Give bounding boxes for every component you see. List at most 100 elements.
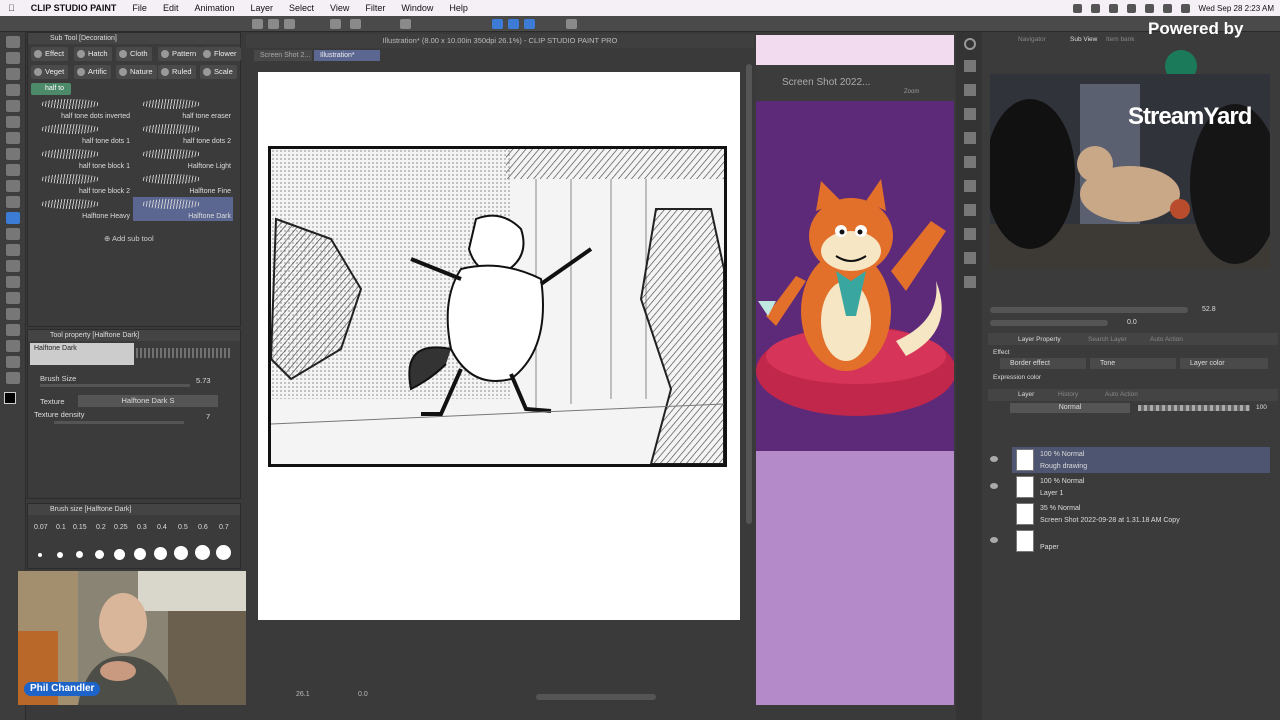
size-dot[interactable] (195, 545, 210, 560)
brush-size-slider[interactable] (40, 384, 190, 387)
material-icon[interactable] (964, 132, 976, 144)
correct-line-icon[interactable] (6, 372, 20, 384)
canvas-vertical-scrollbar[interactable] (746, 64, 752, 524)
material-icon[interactable] (964, 84, 976, 96)
material-icon[interactable] (964, 108, 976, 120)
undo-icon[interactable] (330, 19, 341, 29)
main-color-swatch[interactable] (4, 392, 16, 404)
app-menu[interactable]: CLIP STUDIO PAINT (23, 3, 125, 13)
tab-navigator[interactable]: Navigator (1018, 36, 1046, 43)
navigator-rotate-slider[interactable] (990, 320, 1108, 326)
visibility-eye-icon[interactable] (990, 483, 998, 489)
snap-icon[interactable] (524, 19, 535, 29)
ruler-tool-icon[interactable] (6, 324, 20, 336)
material-icon[interactable] (964, 252, 976, 264)
ruler-icon[interactable] (566, 19, 577, 29)
lasso-tool-icon[interactable] (6, 116, 20, 128)
navigator-zoom-slider[interactable] (990, 307, 1188, 313)
texture-density-value[interactable]: 7 (206, 412, 210, 421)
tag-cloth[interactable]: Cloth (116, 47, 152, 61)
tab-layer[interactable]: Layer (1018, 391, 1034, 398)
layer-opacity-value[interactable]: 100 (1256, 404, 1267, 411)
size-preset[interactable]: 0.07 (34, 524, 48, 531)
tab-animation-cels[interactable]: Auto Action (1150, 336, 1183, 343)
canvas-angle-readout[interactable]: 0.0 (358, 691, 368, 698)
layer-row-screenshot-copy[interactable]: 35 % Normal Screen Shot 2022-09-28 at 1.… (1012, 501, 1270, 527)
brush-item[interactable]: half tone dots inverted (32, 97, 132, 121)
tab-layer-property[interactable]: Layer Property (1018, 336, 1061, 343)
status-icon[interactable] (1126, 3, 1136, 13)
layer-opacity-slider[interactable] (1138, 405, 1250, 411)
menu-window[interactable]: Window (393, 3, 441, 13)
menubar-clock[interactable]: Wed Sep 28 2:23 AM (1199, 4, 1274, 13)
select-icon[interactable] (400, 19, 411, 29)
frame-tool-icon[interactable] (6, 308, 20, 320)
save-icon[interactable] (284, 19, 295, 29)
menu-file[interactable]: File (124, 3, 155, 13)
layer-color-button[interactable]: Layer color (1180, 358, 1268, 369)
menu-view[interactable]: View (322, 3, 357, 13)
tag-effect[interactable]: Effect (31, 47, 69, 61)
status-icon[interactable] (1090, 3, 1100, 13)
battery-icon[interactable] (1180, 3, 1190, 13)
layer-row-rough-drawing[interactable]: 100 % Normal Rough drawing (990, 447, 1270, 473)
decoration-tool-icon[interactable] (6, 212, 20, 224)
fill-tool-icon[interactable] (6, 260, 20, 272)
size-preset[interactable]: 0.6 (198, 524, 208, 531)
brush-item[interactable]: Halftone Heavy (32, 197, 132, 221)
brush-item[interactable]: half tone block 2 (32, 172, 132, 196)
selection-tool-icon[interactable] (6, 100, 20, 112)
tag-nature[interactable]: Nature (116, 65, 157, 79)
menu-select[interactable]: Select (281, 3, 322, 13)
tone-button[interactable]: Tone (1090, 358, 1176, 369)
layer-row-paper[interactable]: Paper (990, 528, 1270, 554)
add-subtool-button[interactable]: ⊕ Add sub tool (104, 234, 154, 243)
size-dot[interactable] (134, 548, 146, 560)
apple-icon[interactable]:  (0, 3, 23, 13)
material-icon[interactable] (964, 180, 976, 192)
texture-density-slider[interactable] (54, 421, 184, 424)
menu-edit[interactable]: Edit (155, 3, 187, 13)
tab-auto-action[interactable]: Auto Action (1105, 391, 1138, 398)
menu-animation[interactable]: Animation (186, 3, 242, 13)
menu-help[interactable]: Help (441, 3, 476, 13)
canvas-zoom-readout[interactable]: 26.1 (296, 691, 310, 698)
texture-select[interactable]: Halftone Dark S (78, 395, 218, 407)
tab-history[interactable]: History (1058, 391, 1078, 398)
tag-artificial[interactable]: Artific (74, 65, 111, 79)
hand-tool-icon[interactable] (6, 52, 20, 64)
size-dot[interactable] (154, 547, 167, 560)
size-preset[interactable]: 0.3 (137, 524, 147, 531)
tag-pattern[interactable]: Pattern (158, 47, 201, 61)
zoom-tool-icon[interactable] (6, 36, 20, 48)
size-dot[interactable] (174, 546, 188, 560)
gradient-icon[interactable] (6, 276, 20, 288)
blend-tool-icon[interactable] (6, 244, 20, 256)
size-preset[interactable]: 0.2 (96, 524, 106, 531)
size-dot[interactable] (76, 551, 83, 558)
size-preset[interactable]: 0.25 (114, 524, 128, 531)
brush-item[interactable]: half tone dots 1 (32, 122, 132, 146)
wifi-icon[interactable] (1144, 3, 1154, 13)
size-preset[interactable]: 0.4 (157, 524, 167, 531)
size-preset[interactable]: 0.1 (56, 524, 66, 531)
figure-tool-icon[interactable] (6, 292, 20, 304)
storyboard-frame[interactable] (268, 146, 727, 467)
size-preset[interactable]: 0.7 (219, 524, 229, 531)
eyedropper-icon[interactable] (6, 132, 20, 144)
size-dot[interactable] (95, 550, 104, 559)
status-icon[interactable] (1108, 3, 1118, 13)
layer-row-layer1[interactable]: 100 % Normal Layer 1 (990, 474, 1270, 500)
tab-subview[interactable]: Sub View (1070, 36, 1097, 43)
snap-icon[interactable] (508, 19, 519, 29)
move-tool-icon[interactable] (6, 68, 20, 80)
navigator-zoom-value[interactable]: 52.8 (1202, 306, 1216, 313)
menu-filter[interactable]: Filter (357, 3, 393, 13)
balloon-tool-icon[interactable] (6, 356, 20, 368)
material-icon[interactable] (964, 276, 976, 288)
redo-icon[interactable] (350, 19, 361, 29)
eraser-icon[interactable] (6, 228, 20, 240)
open-icon[interactable] (268, 19, 279, 29)
material-icon[interactable] (964, 156, 976, 168)
tag-hatch[interactable]: Hatch (74, 47, 112, 61)
